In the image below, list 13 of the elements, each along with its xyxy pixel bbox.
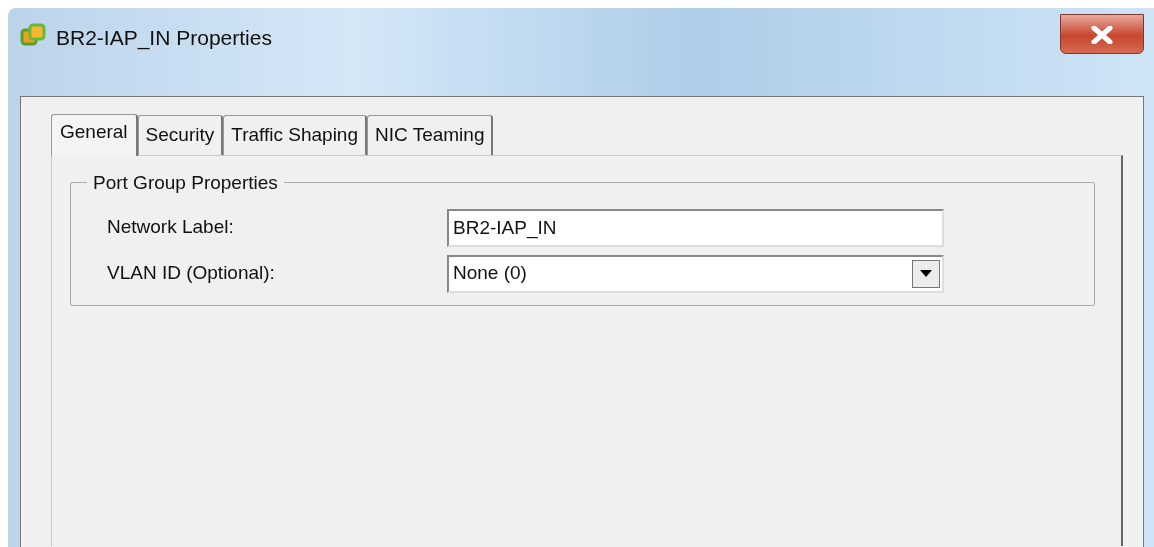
app-icon [20, 22, 46, 48]
field-label: Network Label: [107, 215, 235, 240]
dropdown[interactable]: None (0) [447, 254, 944, 293]
caret-icon [920, 270, 932, 277]
tab[interactable]: Security [137, 115, 224, 155]
window-title: BR2-IAP_IN Properties [56, 25, 272, 52]
close-icon [1091, 26, 1113, 45]
tab[interactable]: NIC Teaming [367, 115, 494, 155]
input-field[interactable]: BR2-IAP_IN [447, 208, 944, 247]
close-button[interactable] [1060, 14, 1144, 54]
field-label: VLAN ID (Optional): [107, 261, 276, 286]
tab[interactable]: Traffic Shaping [223, 115, 367, 155]
tab[interactable]: General [51, 114, 138, 156]
